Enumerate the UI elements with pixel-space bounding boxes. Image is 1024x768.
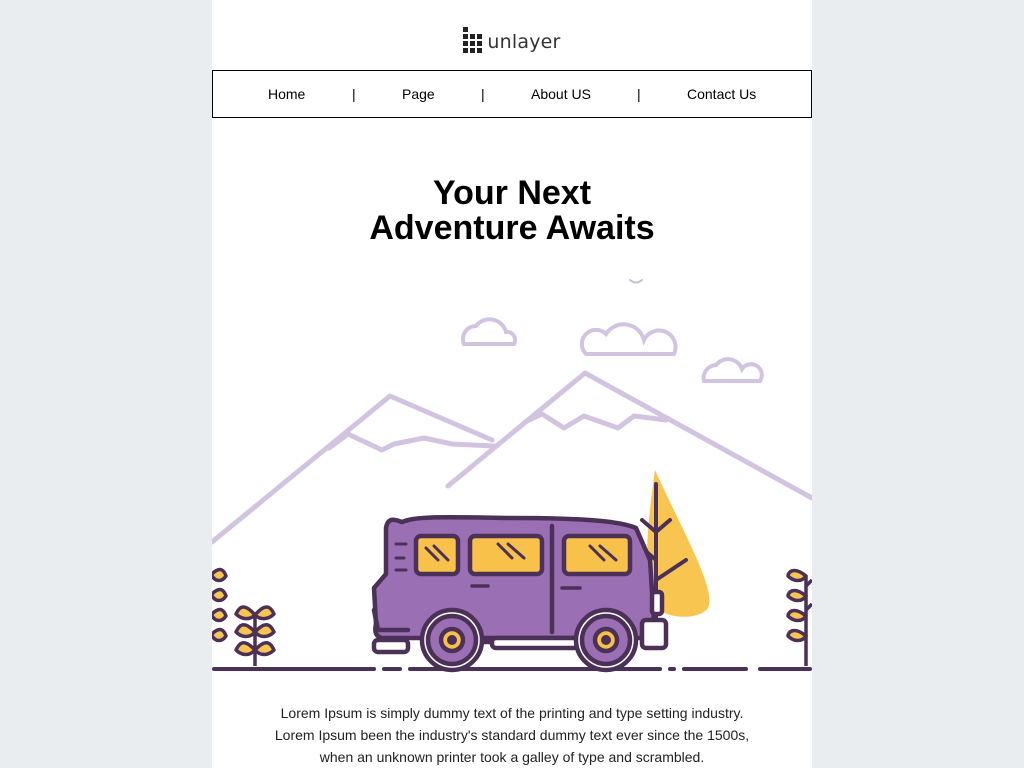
nav-link-about-us[interactable]: About US [531, 86, 591, 102]
brand-logo[interactable]: unlayer [212, 22, 812, 62]
brand-name: unlayer [487, 31, 561, 53]
hero-title-line-1: Your Next [432, 174, 592, 212]
clouds [461, 317, 764, 383]
email-container: unlayer Home | Page | About US | Contact… [212, 0, 812, 768]
plant-left [212, 567, 276, 666]
nav-separator: | [637, 86, 641, 102]
nav-link-contact-us[interactable]: Contact Us [687, 86, 756, 102]
nav-separator: | [352, 86, 356, 102]
body-line-2: Lorem Ipsum been the industry's standard… [274, 727, 750, 743]
unlayer-logo-icon [463, 27, 483, 53]
nav-link-home[interactable]: Home [268, 86, 305, 102]
plant-right [786, 568, 812, 666]
hero-title: Your Next Adventure Awaits [212, 176, 812, 246]
nav-bar: Home | Page | About US | Contact Us [212, 70, 812, 118]
nav-separator: | [481, 86, 485, 102]
hero-title-line-2: Adventure Awaits [369, 209, 655, 247]
van-illustration [212, 279, 812, 673]
body-paragraph: Lorem Ipsum is simply dummy text of the … [242, 702, 782, 768]
body-line-1: Lorem Ipsum is simply dummy text of the … [280, 705, 744, 721]
van [371, 514, 669, 673]
nav-link-page[interactable]: Page [402, 86, 435, 102]
body-line-3: when an unknown printer took a galley of… [319, 749, 705, 765]
